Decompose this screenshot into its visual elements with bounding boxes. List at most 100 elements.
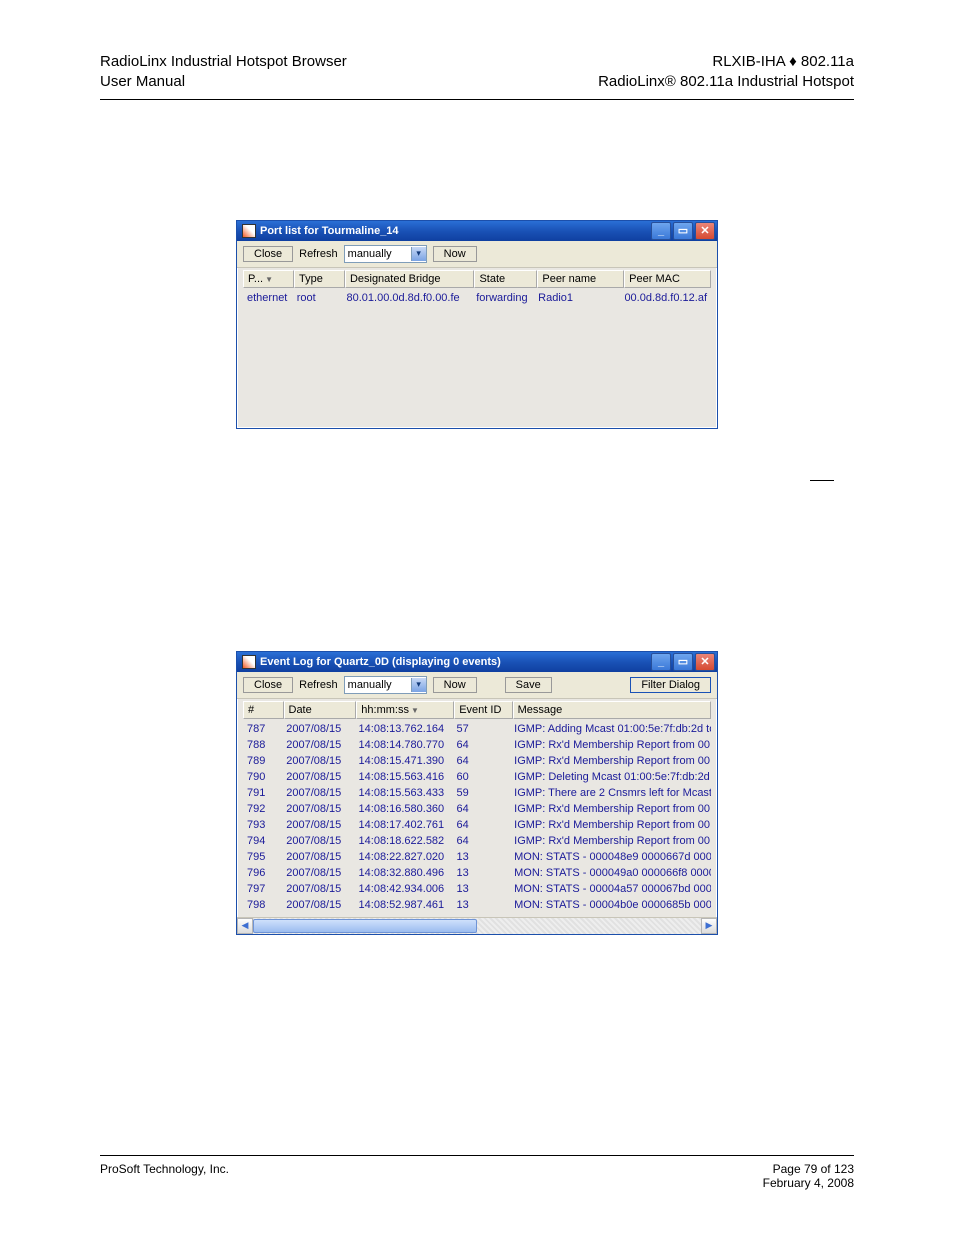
table-row[interactable]: 7912007/08/1514:08:15.563.43359IGMP: The… [237,785,717,801]
port-list-title: Port list for Tourmaline_14 [260,225,399,237]
col-date[interactable]: Date [284,701,357,719]
cell-message: IGMP: Deleting Mcast 01:00:5e:7f:db:2d f… [510,769,711,785]
event-log-body: 7872007/08/1514:08:13.762.16457IGMP: Add… [237,719,717,917]
filter-dialog-button[interactable]: Filter Dialog [630,677,711,693]
scroll-right-button[interactable]: ▶ [701,918,717,934]
port-list-titlebar[interactable]: Port list for Tourmaline_14 _ ▭ ✕ [237,221,717,241]
cell-message: IGMP: Rx'd Membership Report from 00:50:… [510,833,711,849]
cell-message: MON: STATS - 000049a0 000066f8 0000b4a6 … [510,865,711,881]
table-row[interactable]: 7982007/08/1514:08:52.987.46113MON: STAT… [237,897,717,913]
cell-event-id: 13 [453,897,511,913]
cell-message: IGMP: Rx'd Membership Report from 00:0b:… [510,737,711,753]
cell-message: IGMP: There are 2 Cnsmrs left for Mcast … [510,785,711,801]
col-num[interactable]: # [243,701,284,719]
table-row[interactable]: ethernet root 80.01.00.0d.8d.f0.00.fe fo… [237,290,717,306]
port-list-columns: P...▼ Type Designated Bridge State Peer … [237,268,717,288]
cell-time: 14:08:16.580.360 [355,801,453,817]
col-port[interactable]: P...▼ [243,270,294,288]
table-row[interactable]: 7962007/08/1514:08:32.880.49613MON: STAT… [237,865,717,881]
cell-num: 794 [243,833,282,849]
cell-event-id: 64 [453,833,511,849]
refresh-mode-select[interactable]: ▾ [344,245,427,263]
cell-time: 14:08:22.827.020 [355,849,453,865]
close-button[interactable]: Close [243,677,293,693]
cell-event-id: 13 [453,849,511,865]
refresh-mode-value[interactable] [345,247,411,261]
col-event-id[interactable]: Event ID [454,701,512,719]
table-row[interactable]: 7882007/08/1514:08:14.780.77064IGMP: Rx'… [237,737,717,753]
cell-peer-name: Radio1 [534,290,620,306]
cell-num: 793 [243,817,282,833]
cell-num: 789 [243,753,282,769]
scroll-left-button[interactable]: ◀ [237,918,253,934]
table-row[interactable]: 7872007/08/1514:08:13.762.16457IGMP: Add… [237,721,717,737]
col-time[interactable]: hh:mm:ss▼ [356,701,454,719]
cell-message: IGMP: Rx'd Membership Report from 00:50:… [510,801,711,817]
scroll-track[interactable] [253,918,701,934]
cell-num: 788 [243,737,282,753]
close-window-button[interactable]: ✕ [695,222,715,240]
port-list-window: Port list for Tourmaline_14 _ ▭ ✕ Close … [236,220,718,429]
close-button[interactable]: Close [243,246,293,262]
cell-time: 14:08:18.622.582 [355,833,453,849]
cell-peer-mac: 00.0d.8d.f0.12.af [620,290,711,306]
cell-event-id: 59 [453,785,511,801]
horizontal-scrollbar[interactable]: ◀ ▶ [237,917,717,934]
col-message[interactable]: Message [513,701,711,719]
table-row[interactable]: 7942007/08/1514:08:18.622.58264IGMP: Rx'… [237,833,717,849]
minimize-button[interactable]: _ [651,222,671,240]
table-row[interactable]: 7892007/08/1514:08:15.471.39064IGMP: Rx'… [237,753,717,769]
footer-date: February 4, 2008 [763,1176,854,1190]
cell-date: 2007/08/15 [282,721,354,737]
cell-time: 14:08:17.402.761 [355,817,453,833]
col-type[interactable]: Type [294,270,345,288]
table-row[interactable]: 7952007/08/1514:08:22.827.02013MON: STAT… [237,849,717,865]
header-right-2: RadioLinx® 802.11a Industrial Hotspot [598,72,854,92]
close-window-button[interactable]: ✕ [695,653,715,671]
refresh-now-button[interactable]: Now [433,677,477,693]
cell-message: IGMP: Rx'd Membership Report from 00:14:… [510,753,711,769]
col-peer-mac[interactable]: Peer MAC [624,270,711,288]
table-row[interactable]: 7902007/08/1514:08:15.563.41660IGMP: Del… [237,769,717,785]
chevron-down-icon[interactable]: ▾ [411,678,426,692]
app-icon [242,224,256,238]
cell-time: 14:08:13.762.164 [355,721,453,737]
maximize-button[interactable]: ▭ [673,653,693,671]
cell-message: MON: STATS - 00004a57 000067bd 0000b75e … [510,881,711,897]
cell-state: forwarding [472,290,534,306]
cell-date: 2007/08/15 [282,865,354,881]
refresh-label: Refresh [299,248,338,260]
table-row[interactable]: 7972007/08/1514:08:42.934.00613MON: STAT… [237,881,717,897]
table-row[interactable]: 7932007/08/1514:08:17.402.76164IGMP: Rx'… [237,817,717,833]
sort-desc-icon: ▼ [265,275,273,284]
cell-time: 14:08:15.563.416 [355,769,453,785]
refresh-label: Refresh [299,679,338,691]
refresh-mode-value[interactable] [345,678,411,692]
refresh-mode-select[interactable]: ▾ [344,676,427,694]
scroll-thumb[interactable] [253,919,477,933]
cell-num: 792 [243,801,282,817]
header-left-2: User Manual [100,72,347,92]
col-state[interactable]: State [474,270,537,288]
event-log-titlebar[interactable]: Event Log for Quartz_0D (displaying 0 ev… [237,652,717,672]
chevron-down-icon[interactable]: ▾ [411,247,426,261]
table-row[interactable]: 7922007/08/1514:08:16.580.36064IGMP: Rx'… [237,801,717,817]
minimize-button[interactable]: _ [651,653,671,671]
col-designated-bridge[interactable]: Designated Bridge [345,270,475,288]
event-log-window: Event Log for Quartz_0D (displaying 0 ev… [236,651,718,935]
maximize-button[interactable]: ▭ [673,222,693,240]
cell-date: 2007/08/15 [282,881,354,897]
cell-event-id: 64 [453,737,511,753]
col-peer-name[interactable]: Peer name [537,270,624,288]
cell-event-id: 64 [453,753,511,769]
cell-date: 2007/08/15 [282,785,354,801]
save-button[interactable]: Save [505,677,552,693]
cell-date: 2007/08/15 [282,849,354,865]
cell-event-id: 13 [453,865,511,881]
cell-num: 787 [243,721,282,737]
port-list-toolbar: Close Refresh ▾ Now [237,241,717,268]
cell-num: 798 [243,897,282,913]
refresh-now-button[interactable]: Now [433,246,477,262]
cell-message: MON: STATS - 000048e9 0000667d 0000b276 … [510,849,711,865]
cell-date: 2007/08/15 [282,897,354,913]
